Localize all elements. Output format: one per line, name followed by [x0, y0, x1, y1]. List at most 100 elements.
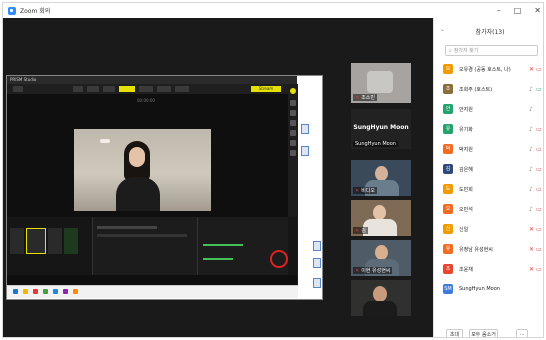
microphone-icon[interactable]: ♪ — [529, 106, 533, 113]
tile-name: SungHyun Moon — [355, 141, 396, 147]
avatar: 조 — [443, 84, 453, 94]
video-off-icon[interactable]: ▭ — [536, 206, 542, 213]
close-button[interactable]: ✕ — [534, 6, 541, 15]
shared-status-strip — [7, 275, 297, 285]
mute-all-button[interactable]: 모두 음소거 — [469, 329, 498, 337]
shared-app-title: PRISM Studio — [10, 77, 37, 82]
more-button[interactable]: ... — [516, 329, 528, 337]
microphone-icon[interactable]: ♪ — [529, 146, 533, 153]
participants-title: 참가자(13) — [475, 29, 505, 36]
shared-screen[interactable]: PRISM Studio Stream 00:00:00 — [6, 75, 323, 300]
participants-header: ⌄ 참가자(13) — [434, 18, 543, 44]
participants-panel: ⌄ 참가자(13) ⌕ 참가자 찾기 오 오유경 (공동 호스트, 나) ✕ ▭ 조 조희… — [433, 18, 543, 337]
avatar: 신 — [443, 224, 453, 234]
presenter-video — [74, 129, 211, 211]
video-tile[interactable]: ✕ 이현 유성현씨 — [351, 240, 411, 276]
participant-row[interactable]: 조 조희주 (호스트) ♪ ▭ — [434, 82, 543, 97]
presenter-figure — [116, 141, 160, 211]
video-off-icon[interactable]: ▭ — [536, 66, 542, 73]
participant-row[interactable]: 김 김은혜 ♪ ▭ — [434, 162, 543, 177]
mic-muted-icon[interactable]: ✕ — [529, 226, 534, 233]
avatar: 김 — [443, 164, 453, 174]
video-tile[interactable]: SungHyun Moon SungHyun Moon — [351, 109, 411, 149]
mic-muted-icon[interactable]: ✕ — [529, 246, 534, 253]
mic-muted-icon: ✕ — [355, 227, 360, 234]
video-off-icon[interactable]: ▭ — [536, 246, 542, 253]
avatar: 오 — [443, 204, 453, 214]
highlight-circle — [270, 250, 288, 268]
meeting-area: PRISM Studio Stream 00:00:00 ✕ 조소민 SungH… — [3, 18, 433, 337]
participant-row[interactable]: 유 유기화 ♪ ▭ — [434, 122, 543, 137]
mic-muted-icon[interactable]: ✕ — [529, 266, 534, 273]
participant-row[interactable]: 안 안지원 ♪ — [434, 102, 543, 117]
participant-search-input[interactable]: ⌕ 참가자 찾기 — [445, 45, 538, 56]
title-bar: Zoom 회의 – □ ✕ — [3, 3, 543, 18]
participant-row[interactable]: 조 조윤재 ✕ ▭ — [434, 262, 543, 277]
avatar: 안 — [443, 104, 453, 114]
mic-muted-icon: ✕ — [355, 94, 360, 101]
participant-name: 조희주 (호스트) — [459, 87, 493, 93]
maximize-button[interactable]: □ — [514, 6, 522, 15]
search-icon: ⌕ — [449, 47, 452, 54]
participant-row[interactable]: 신 신일 ✕ ▭ — [434, 222, 543, 237]
participant-row[interactable]: 오 오민석 ♪ ▭ — [434, 202, 543, 217]
participant-name: 유정남 유성현씨 — [459, 247, 493, 253]
participant-row[interactable]: 유 유정남 유성현씨 ✕ ▭ — [434, 242, 543, 257]
invite-button[interactable]: 초대 — [446, 329, 463, 337]
tile-center-name: SungHyun Moon — [353, 124, 409, 131]
video-off-icon[interactable]: ▭ — [536, 266, 542, 273]
avatar: 박 — [443, 144, 453, 154]
shared-stream-button: Stream — [251, 86, 281, 92]
participant-name: 도민희 — [459, 187, 473, 193]
window-title: Zoom 회의 — [20, 8, 51, 15]
avatar: 오 — [443, 64, 453, 74]
video-off-icon[interactable]: ▭ — [536, 146, 542, 153]
tile-name: 조소민 — [361, 95, 376, 101]
video-tile[interactable]: ✕ 조소민 — [351, 63, 411, 103]
shared-app-titlebar: PRISM Studio — [7, 76, 297, 84]
mic-muted-icon[interactable]: ✕ — [529, 66, 534, 73]
zoom-logo-icon — [8, 6, 16, 15]
avatar: 조 — [443, 264, 453, 274]
microphone-icon[interactable]: ♪ — [529, 126, 533, 133]
video-off-icon[interactable]: ▭ — [536, 126, 542, 133]
video-off-icon[interactable]: ▭ — [536, 186, 542, 193]
participant-name: SungHyun Moon — [459, 286, 500, 292]
mic-muted-icon: ✕ — [355, 267, 360, 274]
participant-name: 박지원 — [459, 147, 473, 153]
shared-taskbar — [7, 285, 298, 298]
video-tile[interactable]: ✕ 김 — [351, 200, 411, 236]
video-off-icon[interactable]: ▭ — [536, 226, 542, 233]
participant-name: 오유경 (공동 호스트, 나) — [459, 67, 511, 73]
minimize-button[interactable]: – — [497, 6, 501, 15]
participant-name: 신일 — [459, 227, 469, 233]
participant-name: 유기화 — [459, 127, 473, 133]
participant-row[interactable]: 박 박지원 ♪ ▭ — [434, 142, 543, 157]
participant-name: 오민석 — [459, 207, 473, 213]
participant-name: 조윤재 — [459, 267, 473, 273]
shared-timer: 00:00:00 — [137, 98, 155, 103]
participant-name: 안지원 — [459, 107, 473, 113]
tile-name: 이현 유성현씨 — [361, 268, 391, 274]
tile-name: 김 — [361, 228, 366, 234]
video-tile[interactable] — [351, 280, 411, 316]
microphone-icon[interactable]: ♪ — [529, 206, 533, 213]
microphone-icon[interactable]: ♪ — [529, 186, 533, 193]
avatar: 유 — [443, 244, 453, 254]
mic-muted-icon: ✕ — [355, 187, 360, 194]
participant-row[interactable]: SM SungHyun Moon — [434, 282, 543, 297]
participant-name: 김은혜 — [459, 167, 473, 173]
participant-row[interactable]: 도 도민희 ♪ ▭ — [434, 182, 543, 197]
avatar: SM — [443, 284, 453, 294]
tile-name: 비디오 — [361, 188, 376, 194]
participant-row[interactable]: 오 오유경 (공동 호스트, 나) ✕ ▭ — [434, 62, 543, 77]
video-camera-icon[interactable]: ▭ — [536, 86, 542, 93]
video-tile[interactable]: ✕ 비디오 — [351, 160, 411, 196]
microphone-icon[interactable]: ♪ — [529, 166, 533, 173]
avatar: 유 — [443, 124, 453, 134]
search-placeholder: 참가자 찾기 — [453, 48, 479, 54]
video-off-icon[interactable]: ▭ — [536, 166, 542, 173]
avatar: 도 — [443, 184, 453, 194]
zoom-window: Zoom 회의 – □ ✕ PRISM Studio Stream 00:00:… — [2, 2, 544, 338]
microphone-icon[interactable]: ♪ — [529, 86, 533, 93]
